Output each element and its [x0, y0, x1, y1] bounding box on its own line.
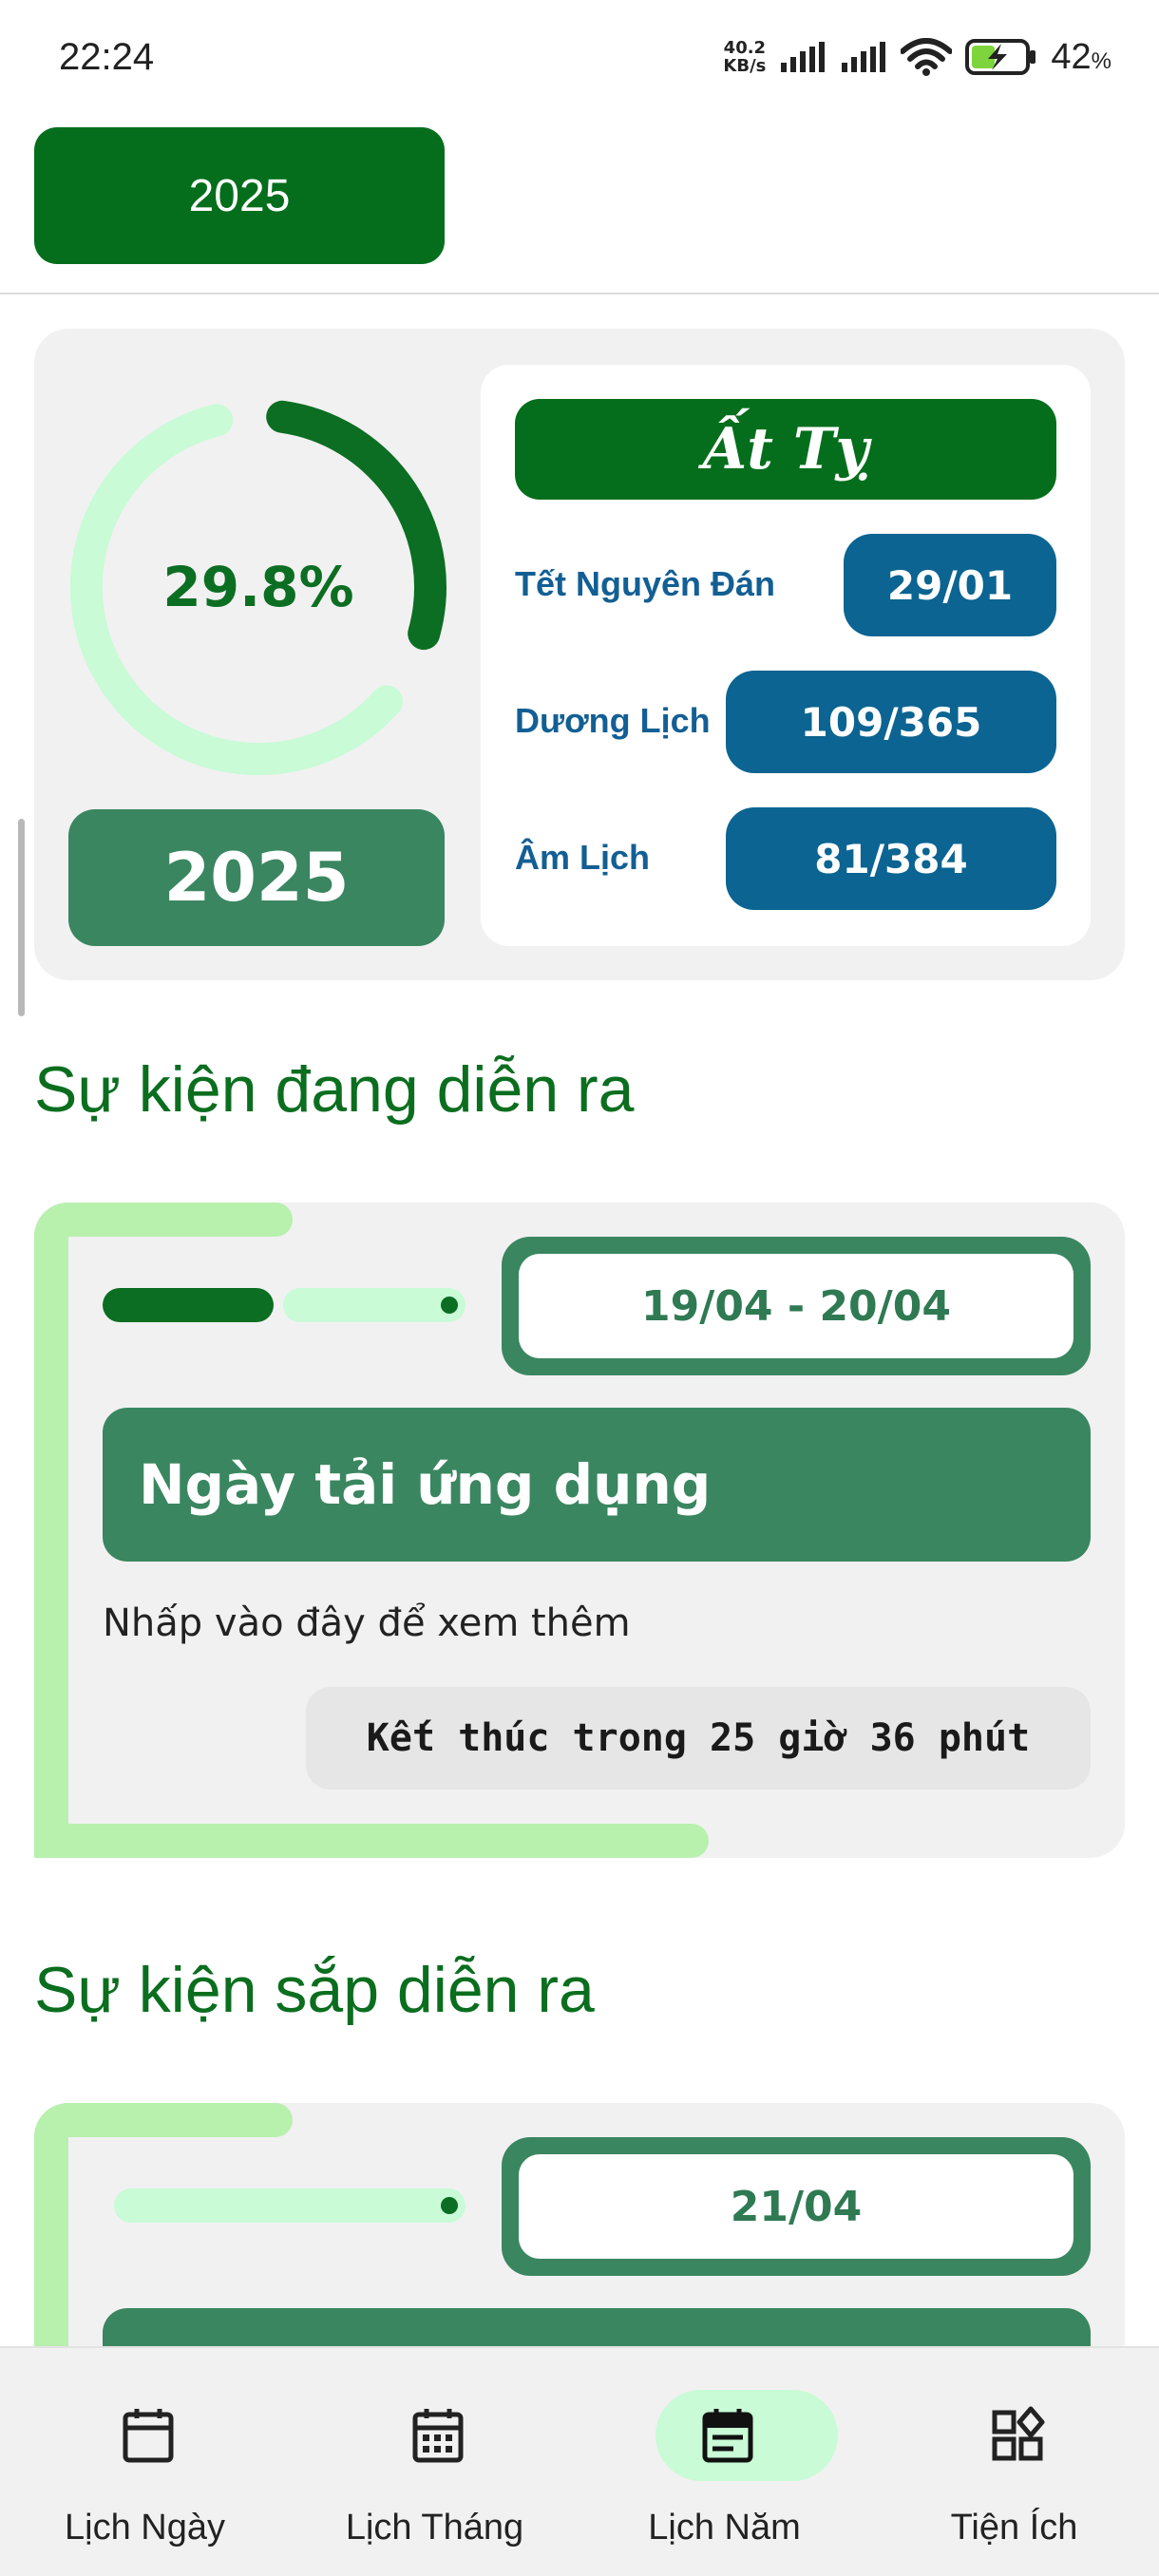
- tet-date-badge: 29/01: [844, 534, 1056, 636]
- nav-item-utilities[interactable]: Tiện Ích: [869, 2348, 1159, 2576]
- divider: [0, 293, 1159, 294]
- event-date: 21/04: [519, 2154, 1074, 2259]
- nav-label: Lịch Năm: [648, 2508, 801, 2548]
- solar-day-label: Dương Lịch: [515, 701, 711, 740]
- signal-icon: [842, 42, 886, 72]
- battery-percent: 42%: [1051, 37, 1112, 78]
- can-chi-badge: Ất Tỵ: [515, 399, 1056, 500]
- net-speed-value: 40.2: [723, 38, 767, 58]
- status-icons: 40.2 KB/s 42%: [723, 34, 1112, 80]
- nav-label: Lịch Ngày: [65, 2508, 225, 2548]
- event-progress-dot: [441, 1297, 458, 1314]
- solar-day-badge: 109/365: [726, 671, 1056, 773]
- upcoming-section-title: Sự kiện sắp diễn ra: [34, 1954, 595, 2026]
- lunar-day-label: Âm Lịch: [515, 838, 651, 877]
- battery-percent-value: 42: [1051, 36, 1092, 77]
- status-bar: 22:24 40.2 KB/s 42%: [0, 0, 1159, 114]
- battery-percent-sign: %: [1091, 47, 1112, 74]
- net-speed-unit: KB/s: [723, 56, 767, 76]
- battery-charging-icon: [965, 39, 1036, 75]
- event-card-accent-top: [34, 1203, 293, 1237]
- nav-label: Lịch Tháng: [345, 2508, 524, 2548]
- scrollbar[interactable]: [18, 819, 25, 1016]
- calendar-icon: [123, 2409, 174, 2463]
- event-progress-filled: [103, 1288, 274, 1322]
- nav-label: Tiện Ích: [950, 2508, 1078, 2548]
- ongoing-section-title: Sự kiện đang diễn ra: [34, 1053, 635, 1126]
- event-card-accent: [34, 1203, 68, 1858]
- calendar-year-icon: [702, 2409, 753, 2463]
- event-progress-remaining: [114, 2188, 466, 2223]
- widgets-icon: [992, 2406, 1045, 2461]
- year-label: 2025: [68, 809, 445, 946]
- signal-icon: [781, 42, 826, 72]
- progress-percent: 29.8%: [162, 555, 354, 619]
- calendar-month-icon: [412, 2409, 464, 2463]
- bottom-navigation: Lịch Ngày Lịch Tháng Lịch Năm Tiện Ích: [0, 2346, 1159, 2576]
- event-title[interactable]: Ngày tải ứng dụng: [103, 1408, 1091, 1562]
- nav-item-daily[interactable]: Lịch Ngày: [0, 2348, 290, 2576]
- nav-item-yearly[interactable]: Lịch Năm: [580, 2348, 869, 2576]
- event-card-accent-bottom: [34, 1824, 709, 1858]
- event-card-accent: [34, 2103, 68, 2388]
- year-select-button[interactable]: 2025: [34, 127, 445, 264]
- event-hint-text[interactable]: Nhấp vào đây để xem thêm: [103, 1601, 631, 1645]
- lunar-day-badge: 81/384: [726, 807, 1056, 910]
- status-time: 22:24: [59, 36, 155, 78]
- wifi-icon: [901, 38, 953, 76]
- net-speed: 40.2 KB/s: [723, 39, 766, 75]
- nav-item-monthly[interactable]: Lịch Tháng: [290, 2348, 580, 2576]
- event-countdown: Kết thúc trong 25 giờ 36 phút: [306, 1687, 1091, 1790]
- event-date-range: 19/04 - 20/04: [519, 1254, 1074, 1358]
- event-card-accent-top: [34, 2103, 293, 2137]
- event-progress-dot: [441, 2197, 458, 2214]
- event-progress-remaining: [283, 1288, 466, 1322]
- tet-label: Tết Nguyên Đán: [515, 564, 776, 603]
